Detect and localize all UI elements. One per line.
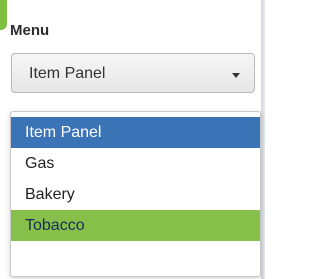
menu-select[interactable]: Item Panel [11, 53, 255, 93]
menu-dropdown-list: Item Panel Gas Bakery Tobacco [10, 111, 261, 277]
chevron-down-icon [232, 73, 240, 78]
menu-option-bakery[interactable]: Bakery [11, 179, 260, 210]
menu-option-item-panel[interactable]: Item Panel [11, 117, 260, 148]
menu-label: Menu [10, 22, 50, 39]
menu-screen: Menu Item Panel Item Panel Gas Bakery To… [0, 0, 265, 279]
menu-select-value: Item Panel [29, 65, 106, 82]
corner-accent [0, 0, 7, 30]
menu-option-tobacco[interactable]: Tobacco [11, 210, 260, 241]
menu-option-gas[interactable]: Gas [11, 148, 260, 179]
right-edge-border [261, 0, 265, 279]
